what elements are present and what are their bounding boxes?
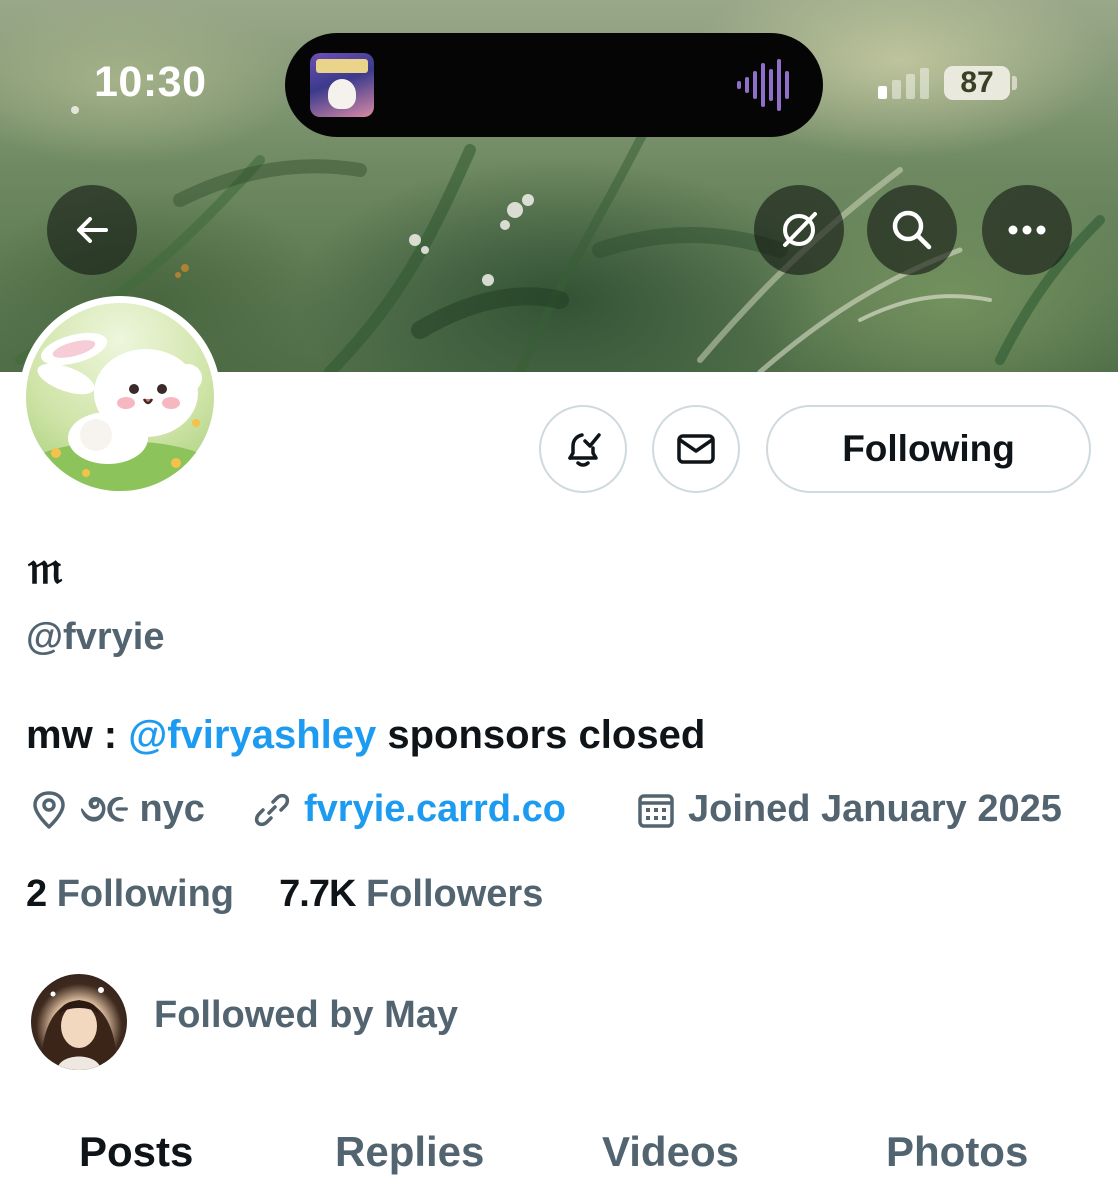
follow-stats: 2 Following 7.7K Followers (26, 873, 543, 916)
location-item: ૭૯ nyc (30, 788, 205, 831)
search-icon (892, 210, 932, 250)
bio-mention-link[interactable]: @fviryashley (128, 713, 376, 757)
following-label: Following (56, 873, 234, 915)
bio-text: mw : (26, 713, 129, 757)
followed-by-text[interactable]: Followed by May (154, 994, 458, 1037)
cellular-signal-icon (878, 68, 929, 99)
following-count: 2 (26, 873, 47, 915)
back-button[interactable] (47, 185, 137, 275)
tab-replies[interactable]: Replies (335, 1128, 484, 1176)
joined-text: Joined January 2025 (688, 788, 1062, 830)
bell-check-icon (568, 433, 601, 467)
followed-by-avatar[interactable] (31, 974, 127, 1070)
display-name: 𝔪 (28, 540, 63, 594)
followers-count: 7.7K (279, 873, 356, 915)
status-time: 10:30 (94, 58, 207, 106)
battery-indicator: 87 (944, 66, 1010, 100)
joined-item: Joined January 2025 (636, 788, 1062, 831)
battery-tip (1012, 76, 1017, 90)
profile-handle: @fvryie (26, 616, 165, 658)
tab-videos[interactable]: Videos (602, 1128, 739, 1176)
calendar-icon (638, 793, 674, 828)
search-button[interactable] (867, 185, 957, 275)
link-icon (254, 793, 290, 826)
location-pin-icon (33, 790, 65, 829)
tab-photos[interactable]: Photos (886, 1128, 1028, 1176)
notifications-button[interactable] (539, 405, 627, 493)
website-link[interactable]: fvryie.carrd.co (304, 788, 566, 831)
profile-avatar[interactable] (19, 296, 221, 498)
website-item[interactable]: fvryie.carrd.co (252, 788, 566, 831)
location-text: ૭૯ nyc (80, 788, 205, 830)
envelope-icon (677, 434, 715, 464)
bio-text: sponsors closed (376, 713, 706, 757)
grok-icon (783, 212, 817, 247)
grok-button[interactable] (754, 185, 844, 275)
more-icon (1008, 225, 1046, 235)
audio-waveform-icon (737, 59, 789, 111)
tab-posts[interactable]: Posts (79, 1128, 193, 1176)
dynamic-island[interactable] (285, 33, 823, 137)
avatar-image (26, 303, 214, 491)
arrow-left-icon (77, 217, 108, 243)
profile-bio: mw : @fviryashley sponsors closed (26, 713, 705, 758)
following-button[interactable]: Following (766, 405, 1091, 493)
followers-stat[interactable]: 7.7K Followers (279, 873, 543, 915)
more-button[interactable] (982, 185, 1072, 275)
message-button[interactable] (652, 405, 740, 493)
followers-label: Followers (365, 873, 544, 915)
now-playing-artwork (310, 53, 374, 117)
following-stat[interactable]: 2 Following (26, 873, 234, 915)
